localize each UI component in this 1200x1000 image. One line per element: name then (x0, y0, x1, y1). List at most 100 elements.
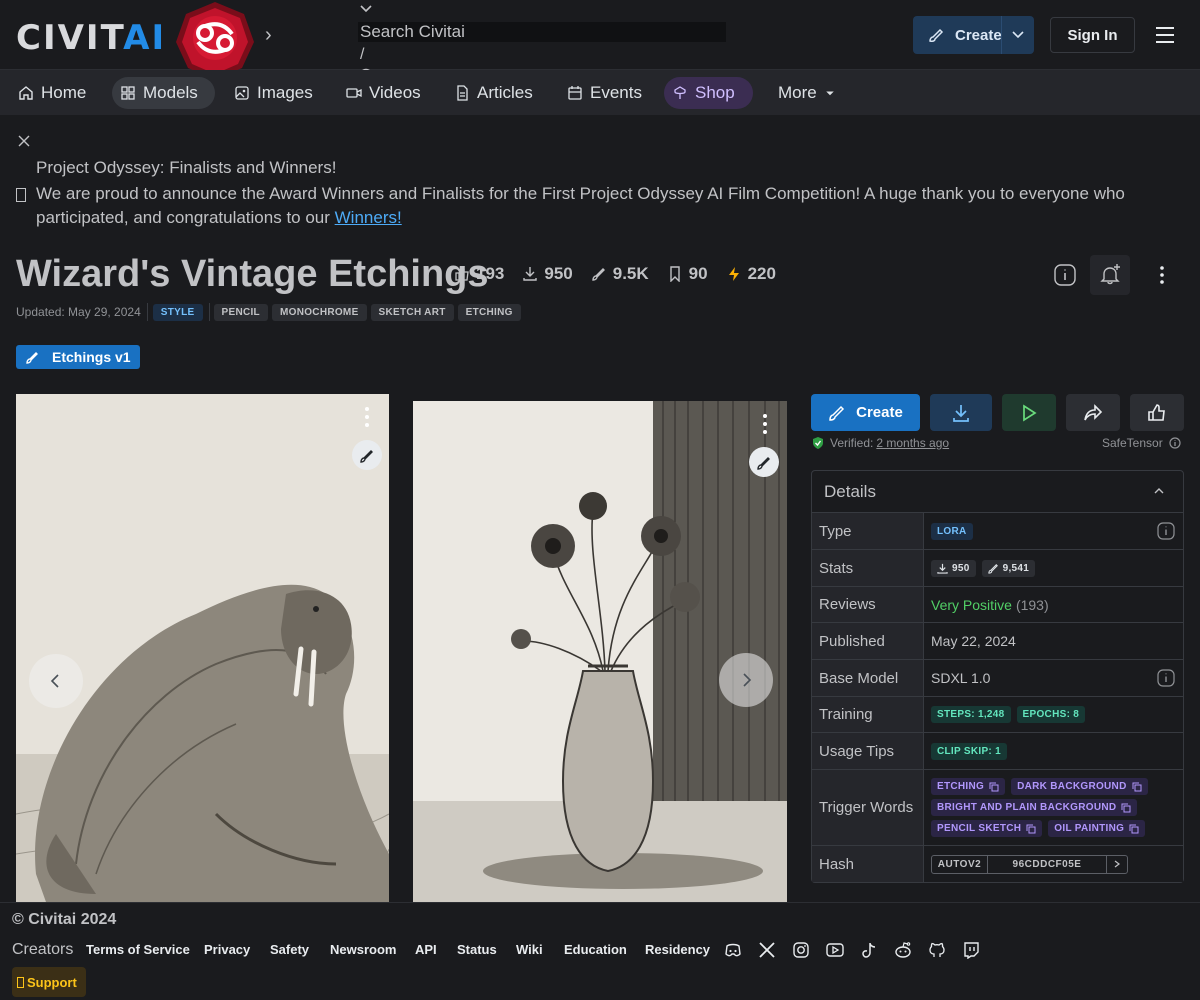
info-button[interactable] (1045, 255, 1085, 295)
file-format: SafeTensor (1102, 436, 1181, 450)
like-button[interactable] (1130, 394, 1184, 431)
detail-row-usage-tips: Usage Tips CLIP SKIP: 1 (812, 733, 1183, 770)
footer-link-privacy[interactable]: Privacy (204, 942, 250, 957)
announcement-body: We are proud to announce the Award Winne… (36, 184, 1125, 227)
detail-row-trigger-words: Trigger Words ETCHING DARK BACKGROUND BR… (812, 770, 1183, 846)
walrus-etching-image (16, 394, 389, 902)
card-menu-icon[interactable] (364, 406, 370, 428)
nav-videos[interactable]: Videos (338, 77, 429, 109)
discord-icon[interactable] (724, 941, 742, 959)
card-menu-icon[interactable] (762, 413, 768, 435)
reviews-sentiment[interactable]: Very Positive (931, 597, 1012, 613)
support-button[interactable]: Support (12, 967, 86, 997)
copy-icon (1132, 782, 1142, 791)
x-icon[interactable] (758, 941, 776, 959)
footer-link-wiki[interactable]: Wiki (516, 942, 543, 957)
nav-more[interactable]: More (770, 77, 844, 109)
hash-value[interactable]: 96CDDCF05E (988, 855, 1107, 873)
trigger-word[interactable]: BRIGHT AND PLAIN BACKGROUND (931, 799, 1138, 816)
trigger-word[interactable]: ETCHING (931, 778, 1006, 795)
info-icon (1054, 264, 1076, 286)
stats-generations: 9,541 (981, 559, 1036, 577)
download-icon (523, 267, 538, 281)
nav-shop[interactable]: Shop (664, 77, 753, 109)
chevron-down-icon[interactable] (1011, 28, 1025, 42)
youtube-icon[interactable] (826, 941, 844, 959)
share-button[interactable] (1066, 394, 1120, 431)
hash-box[interactable]: AUTOV2 96CDDCF05E (931, 854, 1128, 874)
play-button[interactable] (1002, 394, 1056, 431)
search-input[interactable] (358, 22, 726, 42)
civitai-logo[interactable]: CIVITAI (16, 18, 166, 58)
sign-in-button[interactable]: Sign In (1050, 17, 1135, 53)
nav-images[interactable]: Images (226, 77, 321, 109)
home-icon (19, 86, 33, 100)
brush-icon (26, 352, 38, 364)
share-icon (1084, 403, 1103, 420)
download-button[interactable] (930, 394, 992, 431)
trigger-word[interactable]: DARK BACKGROUND (1011, 778, 1148, 795)
likes-stat: 193 (454, 264, 504, 284)
winners-link[interactable]: Winners! (335, 208, 402, 227)
remix-button[interactable] (749, 447, 779, 477)
footer-link-newsroom[interactable]: Newsroom (330, 942, 396, 957)
reddit-icon[interactable] (894, 941, 912, 959)
info-icon[interactable] (1169, 437, 1181, 449)
tag-monochrome[interactable]: MONOCHROME (271, 303, 367, 321)
tag-pencil[interactable]: PENCIL (213, 303, 268, 321)
tiktok-icon[interactable] (860, 941, 878, 959)
chevron-right-icon[interactable] (1113, 860, 1121, 868)
carousel-prev-button[interactable] (29, 654, 83, 708)
info-icon[interactable] (1157, 522, 1175, 540)
info-icon[interactable] (1157, 669, 1175, 687)
detail-row-published: Published May 22, 2024 (812, 623, 1183, 660)
copy-icon (989, 782, 999, 791)
create-dropdown-button[interactable]: Create (913, 16, 1034, 54)
gallery-image-walrus[interactable] (16, 394, 389, 902)
detail-row-hash: Hash AUTOV2 96CDDCF05E (812, 846, 1183, 882)
create-button[interactable]: Create (811, 394, 920, 431)
tag-etching[interactable]: ETCHING (457, 303, 521, 321)
tag-style[interactable]: STYLE (152, 303, 203, 321)
nav-home[interactable]: Home (10, 77, 94, 109)
footer-link-education[interactable]: Education (564, 942, 627, 957)
footer: © Civitai 2024 Creators Terms of Service… (0, 902, 1200, 1000)
cancer-badge-icon[interactable] (172, 0, 258, 80)
details-header[interactable]: Details (812, 471, 1183, 513)
model-stats: 193 950 9.5K 90 220 (454, 264, 794, 284)
chevron-right-icon[interactable]: › (265, 24, 272, 47)
verified-row: Verified: 2 months ago (811, 436, 949, 450)
copy-icon (1026, 824, 1036, 833)
nav-events[interactable]: Events (559, 77, 650, 109)
brush-icon (829, 405, 845, 421)
nav-articles[interactable]: Articles (446, 77, 541, 109)
notify-button[interactable] (1090, 255, 1130, 295)
hash-type[interactable]: AUTOV2 (932, 855, 988, 873)
top-header: CIVITAI › / Create Sign In (0, 0, 1200, 85)
search-shortcut-hint: / (360, 46, 365, 63)
more-options-button[interactable] (1142, 255, 1182, 295)
tag-sketch-art[interactable]: SKETCH ART (370, 303, 454, 321)
trigger-word[interactable]: OIL PAINTING (1048, 820, 1146, 837)
remix-button[interactable] (352, 440, 382, 470)
instagram-icon[interactable] (792, 941, 810, 959)
close-icon[interactable] (18, 135, 30, 147)
caret-down-icon (825, 91, 834, 96)
version-button[interactable]: Etchings v1 (16, 345, 140, 369)
footer-link-residency[interactable]: Residency (645, 942, 710, 957)
footer-link-api[interactable]: API (415, 942, 437, 957)
github-icon[interactable] (928, 941, 946, 959)
footer-link-status[interactable]: Status (457, 942, 497, 957)
footer-link-terms[interactable]: Terms of Service (86, 942, 190, 957)
brush-icon (756, 456, 770, 470)
verified-time-link[interactable]: 2 months ago (876, 436, 949, 450)
footer-link-creators[interactable]: Creators (12, 941, 73, 959)
twitch-icon[interactable] (962, 941, 980, 959)
carousel-next-button[interactable] (719, 653, 773, 707)
trigger-word[interactable]: PENCIL SKETCH (931, 820, 1043, 837)
chevron-down-icon[interactable] (358, 2, 374, 16)
footer-link-safety[interactable]: Safety (270, 942, 309, 957)
menu-icon[interactable] (1154, 26, 1176, 44)
gallery-image-vase[interactable] (413, 401, 787, 902)
nav-models[interactable]: Models (112, 77, 215, 109)
